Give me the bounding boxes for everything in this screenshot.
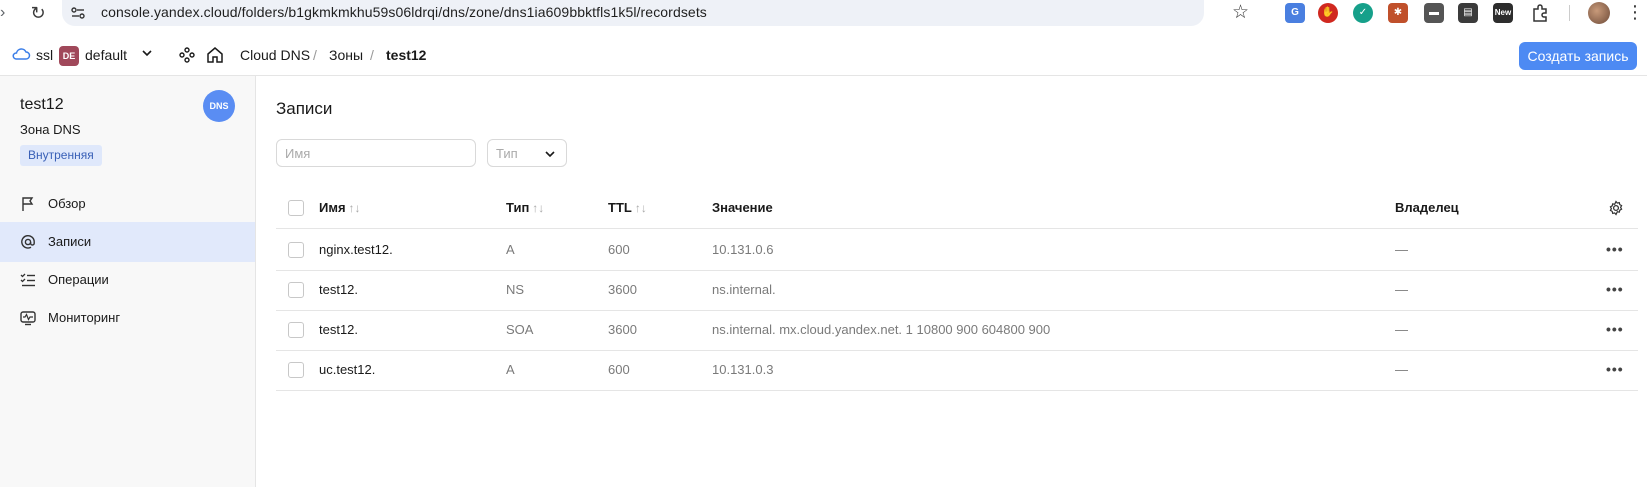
services-icon[interactable] bbox=[178, 46, 196, 64]
zone-name: test12 bbox=[20, 96, 64, 113]
news-extension-icon[interactable]: ▤ bbox=[1458, 3, 1478, 23]
new-extension-icon[interactable]: New bbox=[1493, 3, 1513, 23]
row-actions-menu-icon[interactable]: ••• bbox=[1606, 279, 1626, 299]
extensions-puzzle-icon[interactable] bbox=[1530, 3, 1550, 23]
record-type: A bbox=[506, 242, 515, 257]
monitor-icon bbox=[20, 311, 36, 326]
translate-extension-icon[interactable]: G bbox=[1285, 3, 1305, 23]
zone-visibility-badge: Внутренняя bbox=[20, 145, 102, 166]
column-header-type[interactable]: Тип ↑↓ bbox=[506, 200, 544, 215]
column-label: Тип bbox=[506, 200, 530, 215]
column-header-name[interactable]: Имя ↑↓ bbox=[319, 200, 361, 215]
at-icon bbox=[21, 234, 35, 249]
dns-service-avatar: DNS bbox=[203, 90, 235, 122]
sort-icon[interactable]: ↑↓ bbox=[635, 201, 647, 215]
reload-icon[interactable]: ↻ bbox=[28, 2, 48, 24]
bug-extension-icon[interactable]: ✱ bbox=[1388, 3, 1408, 23]
record-owner: — bbox=[1395, 282, 1408, 297]
row-checkbox[interactable] bbox=[288, 282, 304, 298]
record-ttl: 3600 bbox=[608, 322, 637, 337]
record-name: test12. bbox=[319, 282, 359, 297]
type-filter-select[interactable]: Тип bbox=[487, 139, 567, 167]
record-ttl: 3600 bbox=[608, 282, 637, 297]
sort-icon[interactable]: ↑↓ bbox=[349, 201, 361, 215]
record-name: nginx.test12. bbox=[319, 242, 393, 257]
table-header-row: Имя ↑↓ Тип ↑↓ TTL ↑↓ Значение Владелец bbox=[276, 187, 1638, 229]
row-actions-menu-icon[interactable]: ••• bbox=[1606, 319, 1626, 339]
column-header-ttl[interactable]: TTL ↑↓ bbox=[608, 200, 647, 215]
row-checkbox[interactable] bbox=[288, 242, 304, 258]
record-type: NS bbox=[506, 282, 525, 297]
create-record-button[interactable]: Создать запись bbox=[1519, 42, 1637, 70]
type-select-placeholder: Тип bbox=[496, 146, 518, 161]
record-owner: — bbox=[1395, 242, 1408, 257]
record-value: 10.131.0.6 bbox=[712, 242, 774, 257]
record-ttl: 600 bbox=[608, 362, 630, 377]
row-actions-menu-icon[interactable]: ••• bbox=[1606, 239, 1626, 259]
table-row[interactable]: test12. NS 3600 ns.internal. — ••• bbox=[276, 269, 1638, 311]
cloud-selector[interactable]: ssl bbox=[36, 47, 53, 63]
forward-icon[interactable]: › bbox=[0, 4, 14, 22]
browser-toolbar: › ↻ console.yandex.cloud/folders/b1gkmkm… bbox=[0, 0, 1647, 28]
sort-icon[interactable]: ↑↓ bbox=[532, 201, 544, 215]
record-name: test12. bbox=[319, 322, 359, 337]
app-header: ssl DE default Cloud DNS / Зоны / test12… bbox=[0, 36, 1647, 76]
profile-avatar[interactable] bbox=[1588, 2, 1610, 24]
breadcrumb-zones[interactable]: Зоны bbox=[329, 47, 363, 63]
zone-type: Зона DNS bbox=[20, 122, 81, 137]
sidebar-item-monitoring[interactable]: Мониторинг bbox=[0, 298, 255, 338]
table-row[interactable]: uc.test12. A 600 10.131.0.3 — ••• bbox=[276, 349, 1638, 391]
chevron-down-icon[interactable] bbox=[140, 46, 154, 60]
record-owner: — bbox=[1395, 322, 1408, 337]
record-value: 10.131.0.3 bbox=[712, 362, 774, 377]
column-header-value: Значение bbox=[712, 200, 773, 215]
checklist-icon bbox=[20, 273, 35, 287]
record-value: ns.internal. mx.cloud.yandex.net. 1 1080… bbox=[712, 322, 1051, 337]
sidebar-item-label: Операции bbox=[48, 272, 109, 287]
cloud-icon[interactable] bbox=[11, 46, 31, 62]
breadcrumb-current: test12 bbox=[386, 47, 427, 63]
sidebar-item-label: Записи bbox=[48, 234, 92, 249]
folder-badge: DE bbox=[59, 46, 79, 66]
browser-menu-icon[interactable]: ⋮ bbox=[1626, 3, 1644, 21]
sidebar: test12 Зона DNS Внутренняя DNS Обзор Зап… bbox=[0, 76, 256, 487]
site-info-icon[interactable] bbox=[70, 5, 86, 21]
breadcrumb-separator: / bbox=[370, 47, 374, 63]
sidebar-item-label: Мониторинг bbox=[48, 310, 121, 325]
flag-icon bbox=[22, 197, 34, 211]
row-checkbox[interactable] bbox=[288, 322, 304, 338]
sidebar-item-overview[interactable]: Обзор bbox=[0, 184, 255, 224]
bookmark-star-icon[interactable]: ☆ bbox=[1232, 1, 1249, 24]
record-type: A bbox=[506, 362, 515, 377]
record-type: SOA bbox=[506, 322, 534, 337]
toolbar-divider bbox=[1569, 5, 1570, 21]
sidebar-item-label: Обзор bbox=[48, 196, 86, 211]
row-checkbox[interactable] bbox=[288, 362, 304, 378]
row-actions-menu-icon[interactable]: ••• bbox=[1606, 359, 1626, 379]
record-value: ns.internal. bbox=[712, 282, 776, 297]
column-label: TTL bbox=[608, 200, 632, 215]
sidebar-item-records[interactable]: Записи bbox=[0, 222, 255, 262]
home-icon[interactable] bbox=[206, 46, 224, 64]
hat-extension-icon[interactable]: ▬ bbox=[1424, 3, 1444, 23]
shield-extension-icon[interactable]: ✓ bbox=[1353, 3, 1373, 23]
folder-selector[interactable]: default bbox=[85, 47, 127, 63]
sidebar-item-operations[interactable]: Операции bbox=[0, 260, 255, 300]
adblock-extension-icon[interactable]: ✋ bbox=[1318, 3, 1338, 23]
table-row[interactable]: nginx.test12. A 600 10.131.0.6 — ••• bbox=[276, 229, 1638, 271]
record-name: uc.test12. bbox=[319, 362, 376, 377]
breadcrumb-cloud-dns[interactable]: Cloud DNS bbox=[240, 47, 310, 63]
record-owner: — bbox=[1395, 362, 1408, 377]
gear-icon[interactable] bbox=[1608, 200, 1624, 216]
select-all-checkbox[interactable] bbox=[288, 200, 304, 216]
column-header-owner: Владелец bbox=[1395, 200, 1459, 215]
column-label: Имя bbox=[319, 200, 346, 215]
page-title: Записи bbox=[276, 99, 333, 118]
chevron-down-icon bbox=[545, 151, 555, 158]
breadcrumb-separator: / bbox=[313, 47, 317, 63]
record-ttl: 600 bbox=[608, 242, 630, 257]
url-text[interactable]: console.yandex.cloud/folders/b1gkmkmkhu5… bbox=[101, 4, 707, 20]
name-filter-input[interactable] bbox=[276, 139, 476, 167]
table-row[interactable]: test12. SOA 3600 ns.internal. mx.cloud.y… bbox=[276, 309, 1638, 351]
